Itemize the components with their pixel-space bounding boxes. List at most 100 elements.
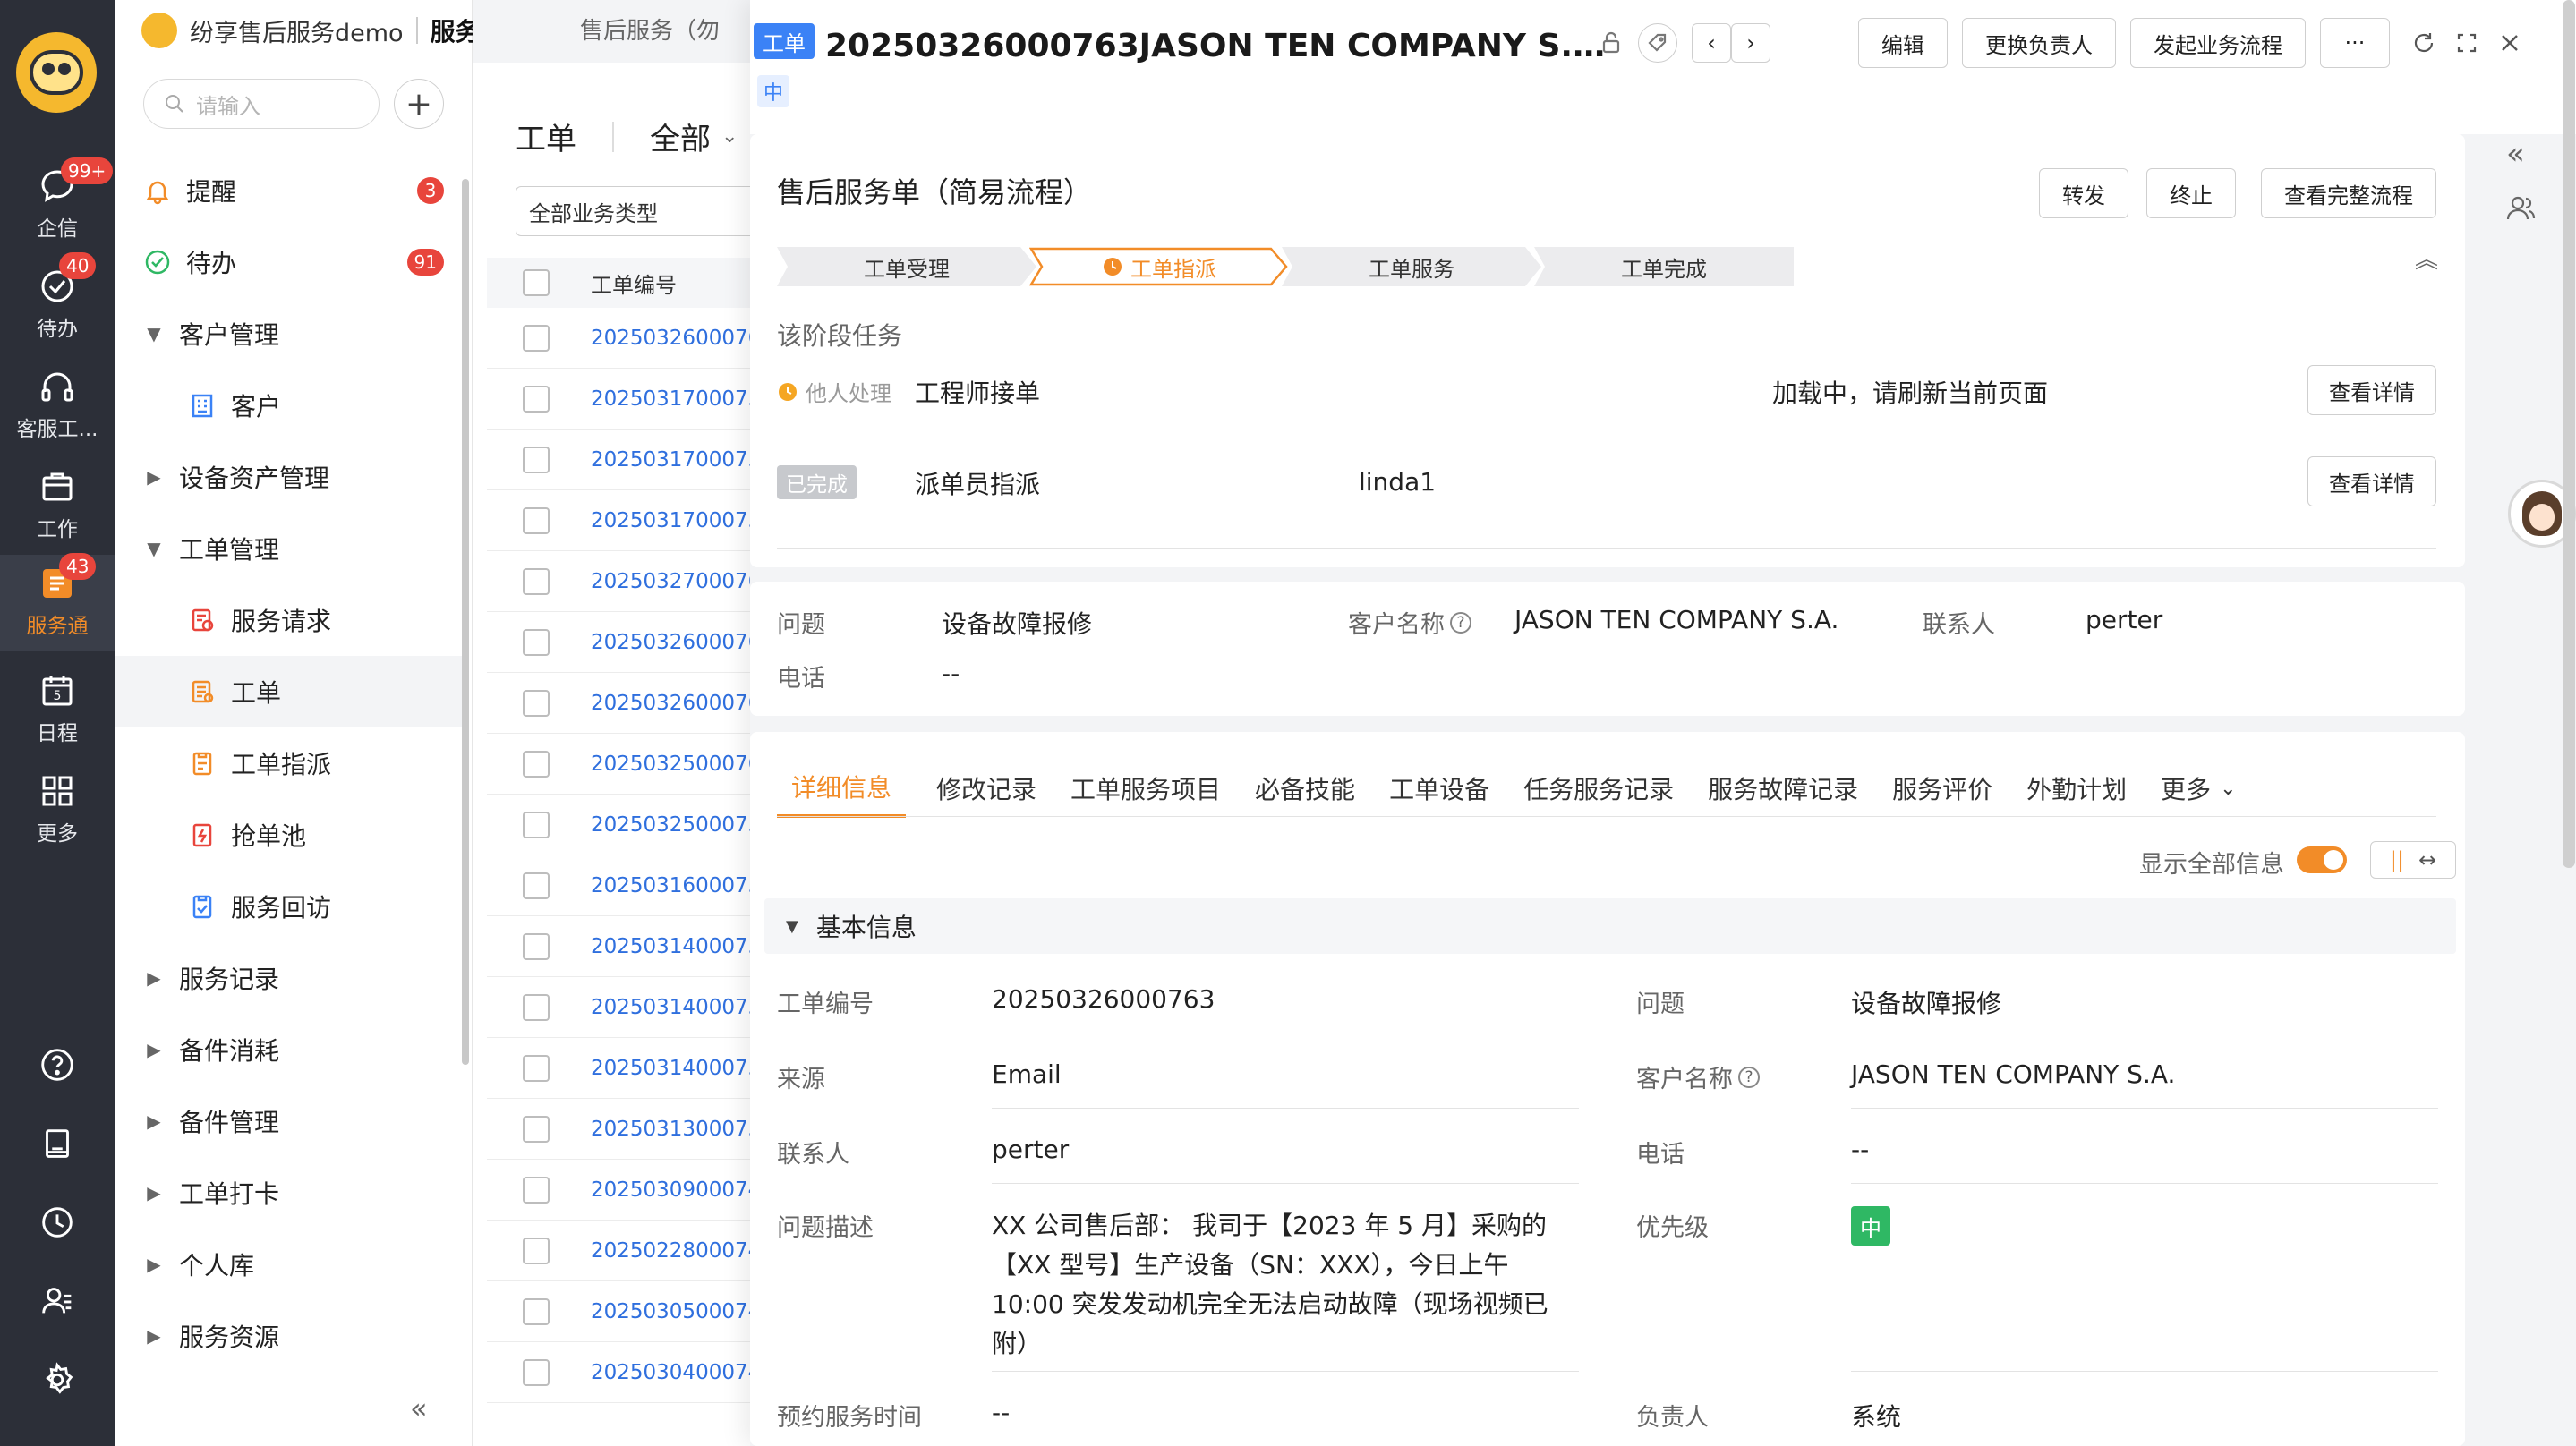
terminate-button[interactable]: 终止	[2146, 168, 2236, 218]
notes-button[interactable]	[0, 1112, 115, 1175]
row-checkbox[interactable]	[523, 750, 550, 778]
nav-item-customer[interactable]: 客户	[115, 370, 462, 441]
view-task-detail-button[interactable]: 查看详情	[2307, 456, 2436, 506]
row-checkbox[interactable]	[523, 872, 550, 899]
rail-item-calendar[interactable]: 5 日程	[0, 662, 115, 752]
list-object-label[interactable]: 工单	[516, 115, 576, 158]
rail-item-messages[interactable]: 企信 99+	[0, 157, 115, 247]
row-code-link[interactable]: 2025031400075	[591, 996, 752, 1019]
nav-item-service-request[interactable]: 服务请求	[115, 584, 462, 656]
stage-accept[interactable]: 工单受理	[777, 247, 1036, 286]
row-code-link[interactable]: 2025030400074	[591, 1361, 752, 1384]
nav-group-checkin[interactable]: ▶ 工单打卡	[115, 1157, 462, 1229]
row-code-link[interactable]: 2025031300075	[591, 1118, 752, 1141]
collapse-nav-icon[interactable]: «	[410, 1391, 428, 1425]
rail-item-customer-service[interactable]: 客服工...	[0, 358, 115, 447]
row-code-link[interactable]: 2025031600075	[591, 874, 752, 897]
nav-item-workorder[interactable]: 工单	[115, 656, 462, 727]
nav-group-assets[interactable]: ▶ 设备资产管理	[115, 441, 462, 513]
add-button[interactable]: +	[394, 79, 444, 129]
row-code-link[interactable]: 2025032600076	[591, 631, 752, 654]
nav-search-input[interactable]: 请输入	[143, 79, 380, 129]
close-drawer-button[interactable]	[2490, 23, 2529, 63]
row-code-link[interactable]: 2025031700075	[591, 387, 752, 411]
settings-button[interactable]	[0, 1348, 115, 1411]
start-flow-button[interactable]: 发起业务流程	[2130, 18, 2306, 68]
row-checkbox[interactable]	[523, 446, 550, 473]
table-row[interactable]: 2025032500075	[487, 795, 752, 855]
row-code-link[interactable]: 2025032600076	[591, 692, 752, 715]
show-all-toggle[interactable]	[2297, 846, 2347, 873]
help-circle-icon[interactable]: ?	[1450, 611, 1471, 634]
table-row[interactable]: 2025032600076	[487, 673, 752, 734]
fullscreen-button[interactable]	[2447, 23, 2486, 63]
row-code-link[interactable]: 2025031700075	[591, 509, 752, 532]
stage-complete[interactable]: 工单完成	[1534, 247, 1794, 286]
stage-dispatch-active[interactable]: 工单指派	[1029, 247, 1289, 286]
stage-service[interactable]: 工单服务	[1282, 247, 1541, 286]
tab-details[interactable]: 详细信息	[777, 759, 907, 818]
table-row[interactable]: 2025022800074	[487, 1221, 752, 1281]
table-row[interactable]: 2025032700076	[487, 551, 752, 612]
table-row[interactable]: 2025031600075	[487, 855, 752, 916]
table-row[interactable]: 2025030400074	[487, 1342, 752, 1403]
nav-item-dispatch[interactable]: 工单指派	[115, 727, 462, 799]
tag-button[interactable]	[1638, 23, 1677, 63]
breadcrumb[interactable]: 售后服务（勿	[580, 13, 720, 46]
table-row[interactable]: 2025031400075	[487, 1038, 752, 1099]
nav-group-customer[interactable]: ▼ 客户管理	[115, 298, 462, 370]
table-row[interactable]: 2025031700075	[487, 369, 752, 430]
change-owner-button[interactable]: 更换负责人	[1962, 18, 2116, 68]
rail-item-service[interactable]: 服务通 43	[0, 553, 115, 651]
table-row[interactable]: 2025031300075	[487, 1099, 752, 1160]
table-row[interactable]: 2025031400075	[487, 977, 752, 1038]
row-checkbox[interactable]	[523, 932, 550, 960]
row-checkbox[interactable]	[523, 385, 550, 413]
row-checkbox[interactable]	[523, 567, 550, 595]
nav-group-personal-library[interactable]: ▶ 个人库	[115, 1229, 462, 1300]
row-code-link[interactable]: 2025032700076	[591, 570, 752, 593]
app-logo[interactable]	[16, 32, 97, 113]
table-row[interactable]: 2025030500074	[487, 1281, 752, 1342]
row-checkbox[interactable]	[523, 1297, 550, 1325]
row-code-link[interactable]: 2025030500074	[591, 1300, 752, 1323]
refresh-button[interactable]	[2404, 23, 2444, 63]
row-checkbox[interactable]	[523, 628, 550, 656]
contacts-button[interactable]	[0, 1270, 115, 1332]
nav-item-reminder[interactable]: 提醒 3	[115, 155, 462, 226]
row-checkbox[interactable]	[523, 1176, 550, 1204]
row-checkbox[interactable]	[523, 324, 550, 352]
forward-button[interactable]: 转发	[2039, 168, 2128, 218]
row-checkbox[interactable]	[523, 506, 550, 534]
field-customer-link[interactable]: JASON TEN COMPANY S.A.	[1851, 1059, 2175, 1089]
business-type-filter[interactable]: 全部业务类型	[516, 186, 766, 236]
collapse-side-icon[interactable]: «	[2506, 136, 2525, 172]
layout-switch[interactable]: || ↔	[2370, 841, 2456, 879]
tab-change-log[interactable]: 修改记录	[933, 759, 1040, 818]
scope-dropdown[interactable]: 全部 ⌄	[650, 115, 738, 158]
rail-item-todo[interactable]: 待办 40	[0, 252, 115, 347]
team-button[interactable]	[2504, 191, 2537, 230]
row-checkbox[interactable]	[523, 993, 550, 1021]
help-button[interactable]	[0, 1033, 115, 1096]
view-full-flow-button[interactable]: 查看完整流程	[2261, 168, 2436, 218]
table-row[interactable]: 2025032600076	[487, 612, 752, 673]
tab-equipment[interactable]: 工单设备	[1386, 759, 1493, 818]
summary-contact-link[interactable]: perter	[2086, 605, 2162, 634]
tab-fault-records[interactable]: 服务故障记录	[1704, 759, 1862, 818]
row-checkbox[interactable]	[523, 1115, 550, 1143]
prev-record-button[interactable]: ‹	[1692, 23, 1731, 63]
rail-item-more[interactable]: 更多	[0, 762, 115, 852]
select-all-checkbox[interactable]	[523, 269, 550, 296]
nav-item-todo[interactable]: 待办 91	[115, 226, 462, 298]
table-row[interactable]: 2025030900074	[487, 1160, 752, 1221]
lock-button[interactable]	[1591, 23, 1631, 63]
section-basic-info[interactable]: ▼ 基本信息	[764, 898, 2456, 954]
next-record-button[interactable]: ›	[1731, 23, 1770, 63]
tab-task-records[interactable]: 任务服务记录	[1520, 759, 1677, 818]
row-checkbox[interactable]	[523, 1237, 550, 1264]
row-checkbox[interactable]	[523, 1358, 550, 1386]
nav-group-workorders[interactable]: ▼ 工单管理	[115, 513, 462, 584]
drawer-scrollbar[interactable]	[2563, 0, 2575, 868]
nav-scrollbar[interactable]	[462, 179, 469, 1065]
